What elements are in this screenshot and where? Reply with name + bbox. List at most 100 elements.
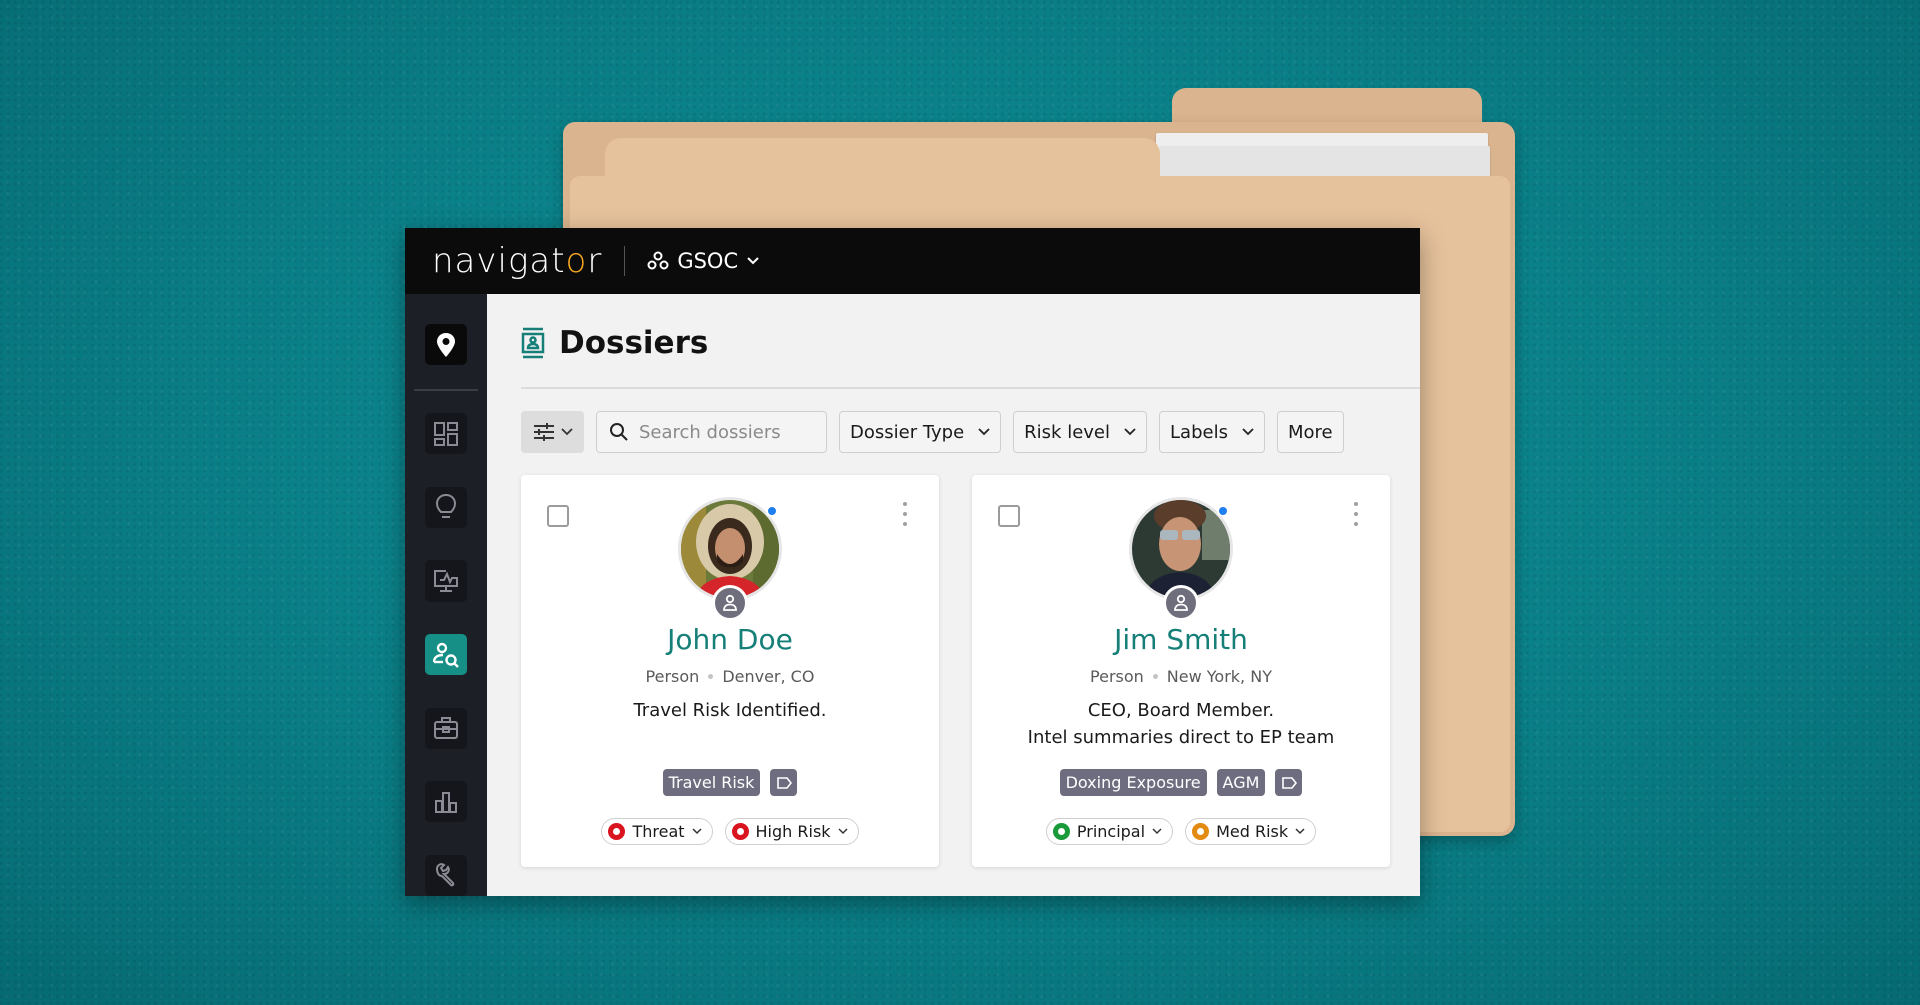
dossier-type-dropdown[interactable]: Dossier Type: [839, 411, 1002, 453]
filter-toolbar: Dossier Type Risk level Labels More: [521, 411, 1344, 453]
dossier-description: CEO, Board Member. Intel summaries direc…: [972, 697, 1390, 751]
chevron-down-icon: [978, 428, 990, 436]
risk-pill[interactable]: High Risk: [724, 818, 859, 845]
search-input[interactable]: [639, 421, 819, 443]
sidebar-divider: [414, 389, 478, 392]
more-filters-button[interactable]: More: [1276, 411, 1344, 453]
description-line: Travel Risk Identified.: [633, 700, 827, 721]
sidebar-item-dashboard[interactable]: [425, 413, 467, 455]
dossier-name[interactable]: Jim Smith: [972, 623, 1390, 656]
status-ring-icon: [731, 823, 749, 840]
dropdown-label: Dossier Type: [850, 421, 965, 443]
dropdown-label: Labels: [1170, 421, 1228, 443]
dossier-location: Denver, CO: [722, 667, 815, 686]
chevron-down-icon: [838, 828, 848, 835]
page-title: Dossiers: [559, 325, 709, 361]
dossier-type: Person: [1090, 667, 1144, 686]
classification-pill[interactable]: Threat: [601, 818, 713, 845]
select-checkbox[interactable]: [547, 505, 569, 527]
card-menu-button[interactable]: [1352, 502, 1360, 526]
tag-icon: [777, 776, 792, 789]
add-label-button[interactable]: [1275, 769, 1303, 796]
sidebar-item-analytics[interactable]: [425, 781, 467, 823]
sidebar-item-insights[interactable]: [425, 486, 467, 529]
pill-label: Med Risk: [1216, 822, 1289, 841]
status-ring-icon: [1192, 823, 1210, 840]
dashboard-grid-icon: [434, 421, 458, 446]
header-divider-line: [521, 387, 1420, 389]
workspace-selector[interactable]: GSOC: [647, 249, 760, 273]
sliders-icon: [533, 423, 554, 441]
lightbulb-icon: [435, 494, 457, 519]
filter-settings-button[interactable]: [521, 411, 584, 453]
chevron-down-icon: [1124, 428, 1136, 436]
sidebar-item-tools[interactable]: [425, 854, 467, 896]
labels-dropdown[interactable]: Labels: [1159, 411, 1265, 453]
wrench-icon: [435, 863, 455, 887]
label-chip[interactable]: AGM: [1216, 769, 1266, 796]
app-name: navigator: [432, 241, 603, 281]
dossier-type: Person: [645, 667, 700, 686]
chevron-down-icon: [747, 257, 759, 265]
sidebar-item-home[interactable]: [425, 324, 467, 366]
page-header: Dossiers: [521, 325, 708, 361]
select-checkbox[interactable]: [998, 505, 1020, 527]
search-icon: [610, 423, 628, 441]
monitor-pulse-icon: [434, 570, 458, 593]
dossier-meta: Person New York, NY: [972, 667, 1390, 686]
dossier-card[interactable]: Jim Smith Person New York, NY CEO, Board …: [972, 475, 1390, 867]
sidebar-item-monitoring[interactable]: [425, 560, 467, 602]
status-ring-icon: [608, 823, 626, 840]
person-type-badge: [712, 585, 748, 621]
person-icon: [1174, 594, 1188, 611]
chevron-down-icon: [1152, 828, 1162, 835]
pill-label: High Risk: [755, 822, 831, 841]
card-menu-button[interactable]: [901, 502, 909, 526]
sidebar: [405, 294, 487, 896]
status-pills: Principal Med Risk: [972, 818, 1390, 845]
chevron-down-icon: [691, 828, 702, 835]
dossier-meta: Person Denver, CO: [521, 667, 939, 686]
chevron-down-icon: [1295, 828, 1305, 835]
workspace-name: GSOC: [677, 249, 739, 273]
status-pills: Threat High Risk: [521, 818, 939, 845]
label-chip[interactable]: Travel Risk: [662, 769, 761, 796]
person-type-badge: [1163, 585, 1199, 621]
app-window: navigator GSOC Dossiers Search dossiers …: [405, 228, 1420, 896]
status-ring-icon: [1052, 823, 1070, 840]
add-label-button[interactable]: [770, 769, 798, 796]
workspace-icon: [647, 251, 669, 270]
label-chip[interactable]: Doxing Exposure: [1059, 769, 1207, 796]
person-search-icon: [432, 642, 459, 668]
chevron-down-icon: [560, 428, 573, 436]
dossier-name[interactable]: John Doe: [521, 623, 939, 656]
sidebar-item-dossiers[interactable]: [425, 634, 467, 676]
dossier-location: New York, NY: [1166, 667, 1272, 686]
dossier-description: Travel Risk Identified.: [521, 697, 939, 724]
description-line: Intel summaries direct to EP team: [1027, 727, 1335, 748]
dossier-card[interactable]: John Doe Person Denver, CO Travel Risk Id…: [521, 475, 939, 867]
avatar: [1129, 497, 1233, 621]
map-pin-icon: [437, 332, 455, 357]
pill-label: Threat: [632, 822, 685, 841]
label-list: Doxing Exposure AGM: [972, 769, 1390, 796]
chevron-down-icon: [1242, 428, 1254, 436]
classification-pill[interactable]: Principal: [1045, 818, 1174, 845]
dossier-icon: [521, 327, 545, 359]
dropdown-label: Risk level: [1024, 421, 1111, 443]
sidebar-item-cases[interactable]: [425, 707, 467, 749]
online-status-indicator: [766, 505, 778, 517]
risk-level-dropdown[interactable]: Risk level: [1013, 411, 1148, 453]
label-list: Travel Risk: [521, 769, 939, 796]
main-content: Dossiers Search dossiers Dossier Type Ri…: [487, 294, 1420, 896]
pill-label: Principal: [1076, 822, 1146, 841]
app-logo[interactable]: navigator: [432, 241, 602, 281]
briefcase-icon: [434, 717, 458, 740]
more-label: More: [1287, 421, 1333, 443]
search-field: [596, 411, 827, 453]
logo-pin-icon: o: [565, 241, 588, 281]
risk-pill[interactable]: Med Risk: [1185, 818, 1317, 845]
top-bar: navigator GSOC: [405, 228, 1420, 294]
person-icon: [723, 594, 737, 611]
bar-chart-icon: [435, 791, 457, 813]
